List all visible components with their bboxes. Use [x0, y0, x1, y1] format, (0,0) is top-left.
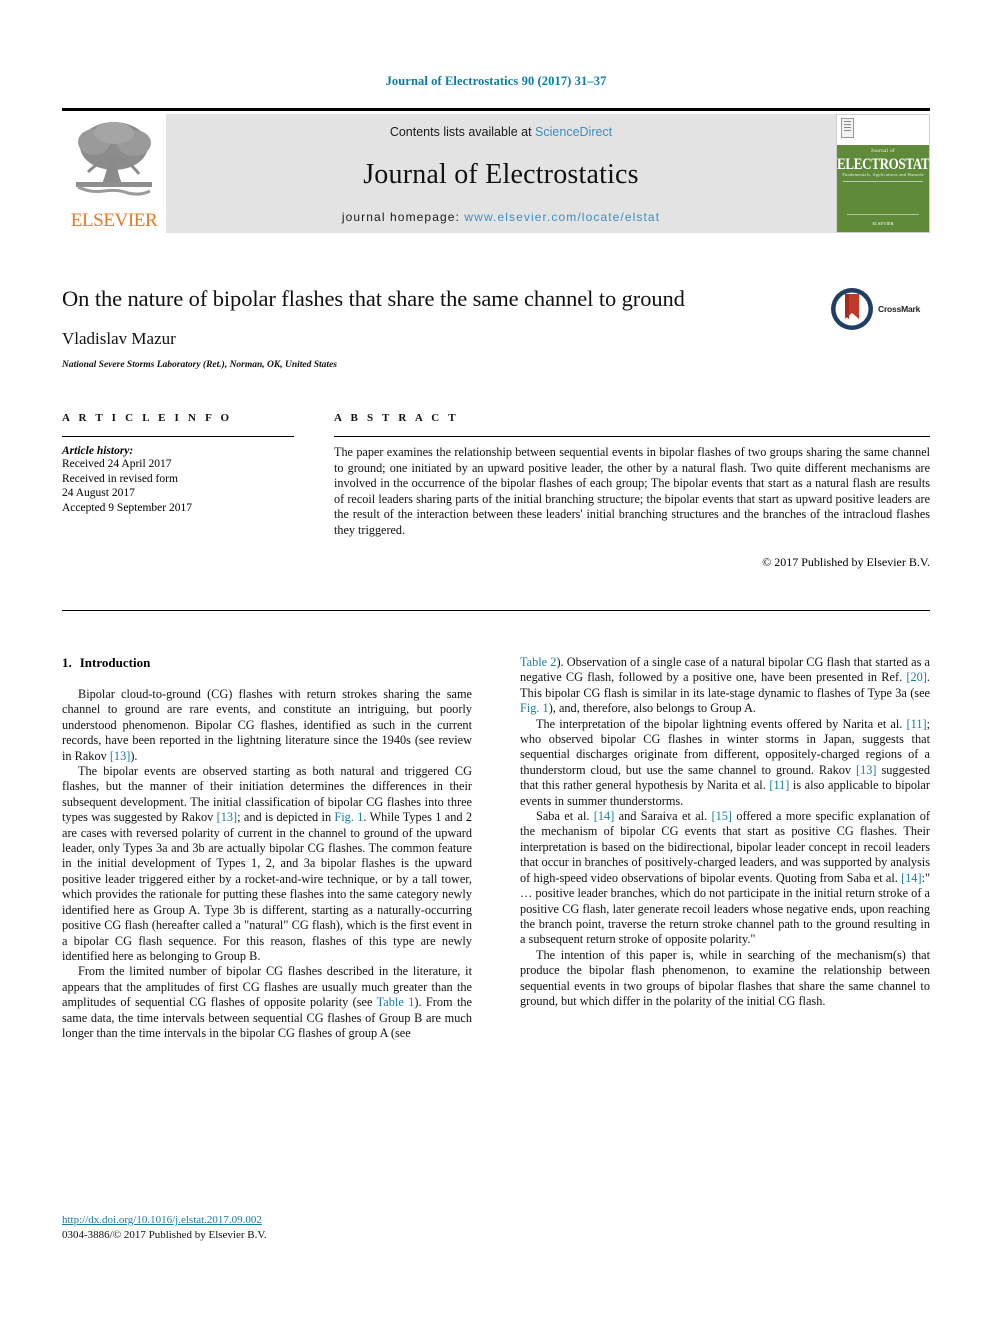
abstract-text: The paper examines the relationship betw…: [334, 445, 930, 537]
issn-copyright-line: 0304-3886/© 2017 Published by Elsevier B…: [62, 1229, 267, 1241]
masthead-banner: Contents lists available at ScienceDirec…: [166, 114, 836, 233]
title-block: On the nature of bipolar flashes that sh…: [62, 285, 930, 370]
abstract-column: A B S T R A C T The paper examines the r…: [334, 412, 930, 570]
doi-link[interactable]: http://dx.doi.org/10.1016/j.elstat.2017.…: [62, 1214, 482, 1226]
body-columns: 1. Introduction Bipolar cloud-to-ground (…: [62, 655, 930, 1041]
page-footer: http://dx.doi.org/10.1016/j.elstat.2017.…: [62, 1214, 482, 1241]
journal-title: Journal of Electrostatics: [363, 158, 639, 190]
abstract-copyright: © 2017 Published by Elsevier B.V.: [762, 554, 930, 569]
article-history-line: 24 August 2017: [62, 487, 135, 499]
cover-publisher: ELSEVIER: [872, 221, 894, 226]
article-history-line: Received 24 April 2017: [62, 458, 172, 470]
page-title: On the nature of bipolar flashes that sh…: [62, 286, 685, 311]
crossmark-label: CrossMark: [878, 304, 921, 314]
inline-citation-link[interactable]: Fig. 1: [520, 701, 549, 715]
journal-cover-thumbnail: Journal of ELECTROSTATICS Fundamentals, …: [836, 114, 930, 233]
author-name: Vladislav Mazur: [62, 329, 176, 348]
article-info-column: A R T I C L E I N F O Article history: R…: [62, 412, 294, 570]
paper-page: Journal of Electrostatics 90 (2017) 31–3…: [0, 0, 992, 1323]
article-history-line: Accepted 9 September 2017: [62, 501, 192, 514]
journal-homepage-line: journal homepage: www.elsevier.com/locat…: [342, 210, 660, 224]
paragraph: Saba et al. [14] and Saraiva et al. [15]…: [520, 809, 931, 947]
paragraph: Bipolar cloud-to-ground (CG) flashes wit…: [62, 687, 472, 763]
author-affiliation: National Severe Storms Laboratory (Ret.)…: [62, 360, 337, 370]
article-info-divider: [62, 436, 294, 437]
article-info-abstract-row: A R T I C L E I N F O Article history: R…: [62, 412, 930, 570]
journal-masthead: ELSEVIER Contents lists available at Sci…: [62, 108, 930, 233]
section-heading-introduction: 1. Introduction: [62, 655, 472, 671]
crossmark-badge[interactable]: CrossMark: [830, 287, 930, 331]
journal-homepage-link[interactable]: www.elsevier.com/locate/elstat: [464, 210, 660, 224]
inline-citation-link[interactable]: [14]: [901, 871, 922, 885]
article-history-line: Received in revised form: [62, 472, 178, 485]
running-head: Journal of Electrostatics 90 (2017) 31–3…: [385, 74, 607, 88]
article-info-heading: A R T I C L E I N F O: [62, 412, 233, 424]
abstract-bottom-divider: [62, 610, 930, 611]
abstract-divider: [334, 436, 930, 437]
inline-citation-link[interactable]: [13]: [217, 810, 238, 824]
article-history-label: Article history:: [62, 445, 134, 457]
section-title-text: Introduction: [79, 655, 151, 670]
inline-citation-link[interactable]: Table 1: [377, 995, 415, 1009]
elsevier-tree-icon: [76, 122, 152, 196]
contents-prefix: Contents lists available at: [389, 125, 536, 139]
inline-citation-link[interactable]: [14]: [594, 809, 615, 823]
sciencedirect-link[interactable]: ScienceDirect: [535, 125, 612, 139]
inline-citation-link[interactable]: Table 2: [520, 655, 556, 669]
elsevier-logo: ELSEVIER: [62, 114, 166, 233]
body-column-left: 1. Introduction Bipolar cloud-to-ground (…: [62, 655, 472, 1041]
abstract-heading: A B S T R A C T: [334, 412, 459, 424]
crossmark-icon: [831, 288, 873, 330]
paragraph: From the limited number of bipolar CG fl…: [62, 964, 472, 1040]
paragraph: The intention of this paper is, while in…: [520, 947, 930, 1008]
paragraph: The bipolar events are observed starting…: [62, 764, 472, 963]
section-number: 1.: [62, 655, 72, 670]
paragraph: The interpretation of the bipolar lightn…: [520, 716, 930, 808]
homepage-prefix: journal homepage:: [341, 210, 465, 224]
cover-elsevier-mark-icon: [841, 118, 854, 138]
paragraph: Table 2). Observation of a single case o…: [520, 655, 930, 716]
inline-citation-link[interactable]: [13]: [110, 749, 131, 763]
elsevier-wordmark: ELSEVIER: [70, 210, 158, 231]
body-column-right: Table 2). Observation of a single case o…: [520, 655, 930, 1041]
inline-citation-link[interactable]: [11]: [907, 717, 927, 731]
inline-citation-link[interactable]: [15]: [712, 809, 733, 823]
inline-citation-link[interactable]: [20]: [906, 670, 927, 684]
cover-subtitle: Fundamentals, Applications and Hazards: [842, 172, 924, 177]
inline-citation-link[interactable]: [11]: [769, 778, 789, 792]
inline-citation-link[interactable]: [13]: [856, 763, 877, 777]
inline-citation-link[interactable]: Fig. 1: [334, 810, 363, 824]
cover-title: ELECTROSTATICS: [837, 154, 930, 173]
contents-available-line: Contents lists available at ScienceDirec…: [390, 125, 612, 139]
